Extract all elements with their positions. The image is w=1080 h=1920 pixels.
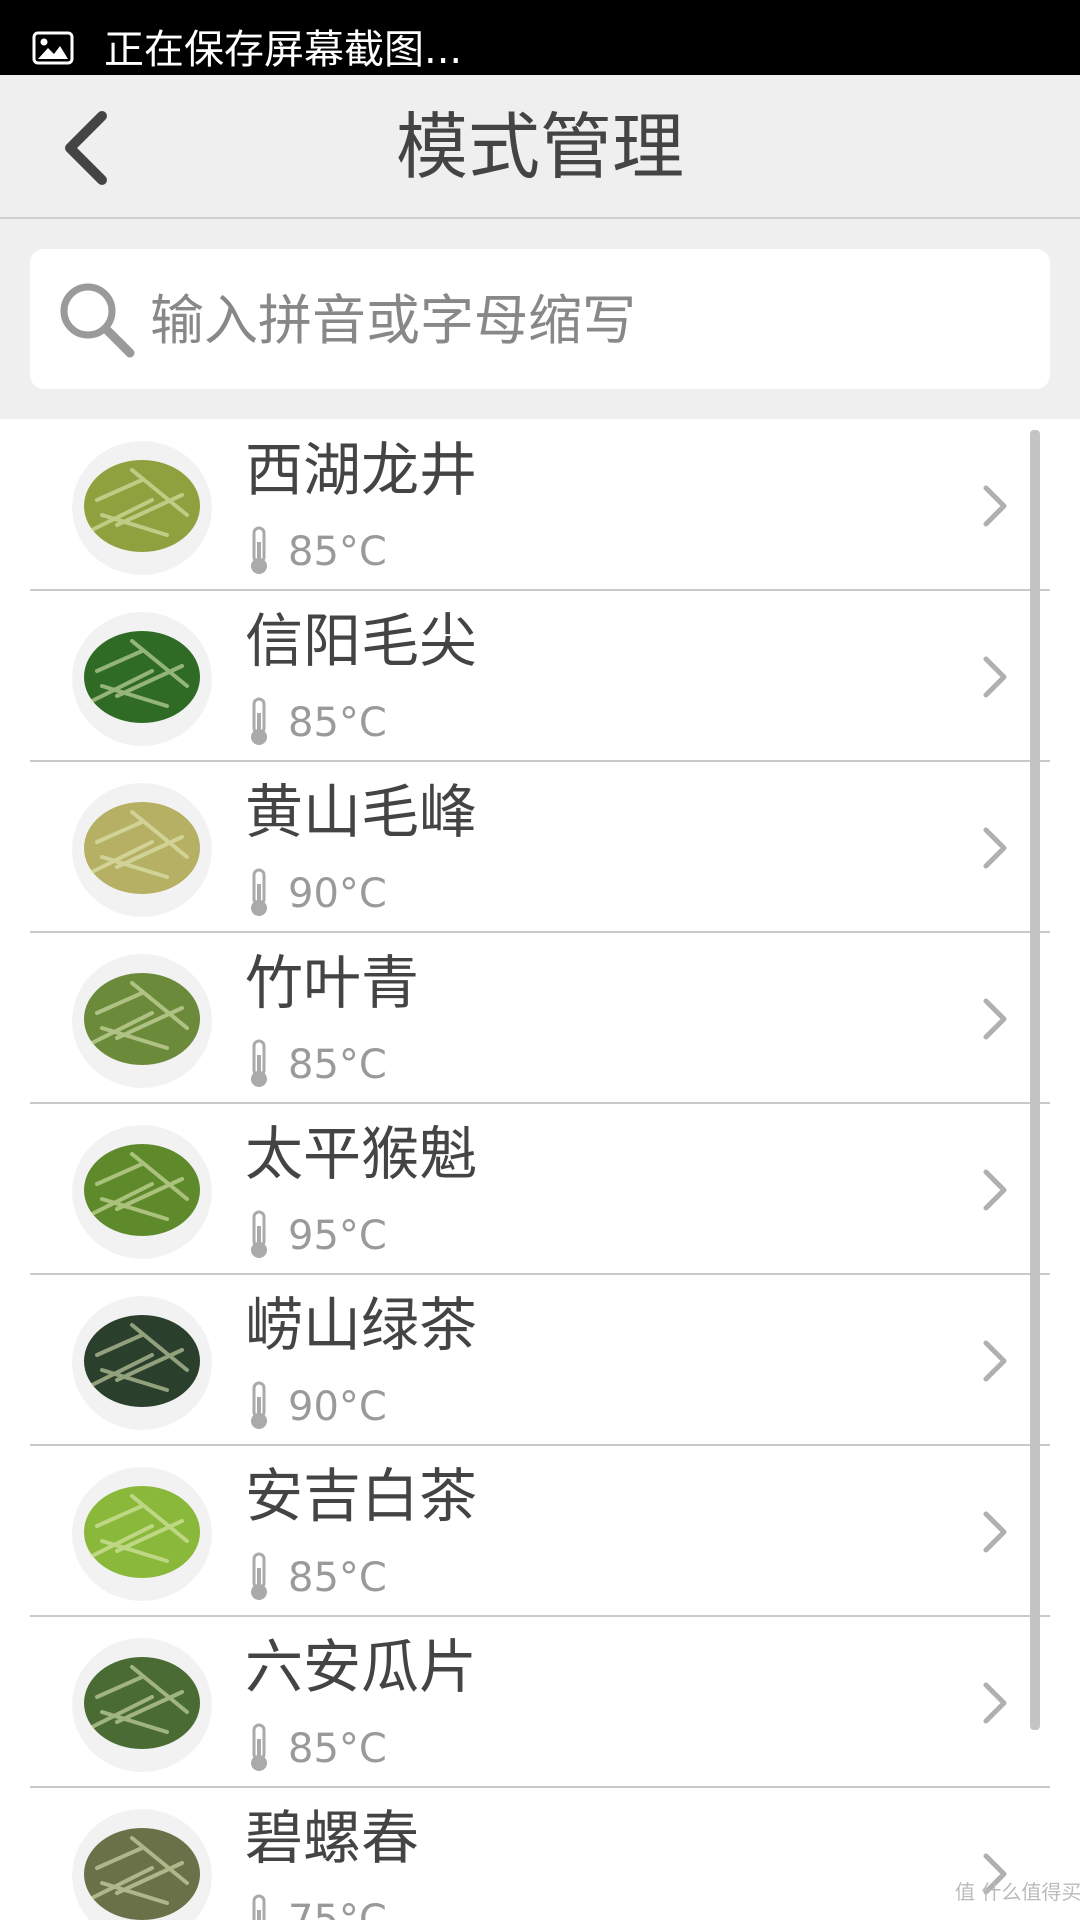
chevron-right-icon [983, 1340, 1007, 1382]
tea-temperature: 90°C [288, 871, 387, 917]
thermometer-icon [251, 526, 267, 574]
tea-thumbnail [72, 1295, 212, 1430]
list-item[interactable]: 六安瓜片 85°C [0, 1617, 1080, 1788]
list-item[interactable]: 竹叶青 85°C [0, 933, 1080, 1104]
list-item[interactable]: 崂山绿茶 90°C [0, 1275, 1080, 1446]
thermometer-icon [251, 1723, 267, 1771]
thermometer-icon [251, 1210, 267, 1258]
status-bar: 正在保存屏幕截图... [0, 0, 1080, 75]
tea-name: 崂山绿茶 [245, 1291, 478, 1359]
tea-thumbnail [72, 611, 212, 746]
tea-temperature: 85°C [288, 529, 387, 575]
tea-name: 碧螺春 [245, 1804, 420, 1872]
tea-temperature: 85°C [288, 1555, 387, 1601]
thermometer-icon [251, 1381, 267, 1429]
chevron-right-icon [983, 998, 1007, 1040]
tea-name: 黄山毛峰 [245, 778, 478, 846]
tea-temperature: 85°C [288, 700, 387, 746]
tea-name: 西湖龙井 [245, 436, 478, 504]
tea-name: 信阳毛尖 [245, 607, 478, 675]
tea-list: 西湖龙井 85°C 信阳毛尖 85°C 黄山毛峰 90°C 竹叶青 85°C 太… [0, 420, 1080, 1920]
list-item[interactable]: 西湖龙井 85°C [0, 420, 1080, 591]
chevron-right-icon [983, 485, 1007, 527]
chevron-right-icon [983, 1511, 1007, 1553]
tea-name: 安吉白茶 [245, 1462, 478, 1530]
thermometer-icon [251, 697, 267, 745]
tea-name: 竹叶青 [245, 949, 420, 1017]
list-item[interactable]: 太平猴魁 95°C [0, 1104, 1080, 1275]
chevron-right-icon [983, 1169, 1007, 1211]
tea-thumbnail [72, 1808, 212, 1920]
tea-thumbnail [72, 1124, 212, 1259]
thermometer-icon [252, 1894, 266, 1920]
tea-thumbnail [72, 782, 212, 917]
tea-name: 六安瓜片 [245, 1633, 478, 1701]
thermometer-icon [251, 1039, 267, 1087]
tea-thumbnail [72, 1637, 212, 1772]
tea-temperature: 95°C [288, 1213, 387, 1259]
watermark: 值 什么值得买 [955, 1880, 1080, 1904]
chevron-right-icon [983, 827, 1007, 869]
status-text: 正在保存屏幕截图... [104, 27, 463, 73]
tea-temperature: 90°C [288, 1384, 387, 1430]
list-item[interactable]: 信阳毛尖 85°C [0, 591, 1080, 762]
tea-temperature: 75°C [288, 1897, 387, 1920]
search-placeholder: 输入拼音或字母缩写 [150, 289, 636, 352]
tea-thumbnail [72, 953, 212, 1088]
search-icon [60, 283, 135, 358]
thermometer-icon [251, 868, 267, 916]
page-title: 模式管理 [395, 105, 684, 189]
image-icon [32, 31, 74, 65]
tea-temperature: 85°C [288, 1726, 387, 1772]
scrollbar[interactable] [1030, 430, 1040, 1730]
chevron-right-icon [983, 656, 1007, 698]
tea-thumbnail [72, 1466, 212, 1601]
tea-thumbnail [72, 440, 212, 575]
tea-temperature: 85°C [288, 1042, 387, 1088]
list-item[interactable]: 黄山毛峰 90°C [0, 762, 1080, 933]
thermometer-icon [251, 1552, 267, 1600]
list-item[interactable]: 碧螺春 75°C [0, 1788, 1080, 1920]
list-item[interactable]: 安吉白茶 85°C [0, 1446, 1080, 1617]
chevron-right-icon [983, 1682, 1007, 1724]
tea-name: 太平猴魁 [245, 1120, 478, 1188]
